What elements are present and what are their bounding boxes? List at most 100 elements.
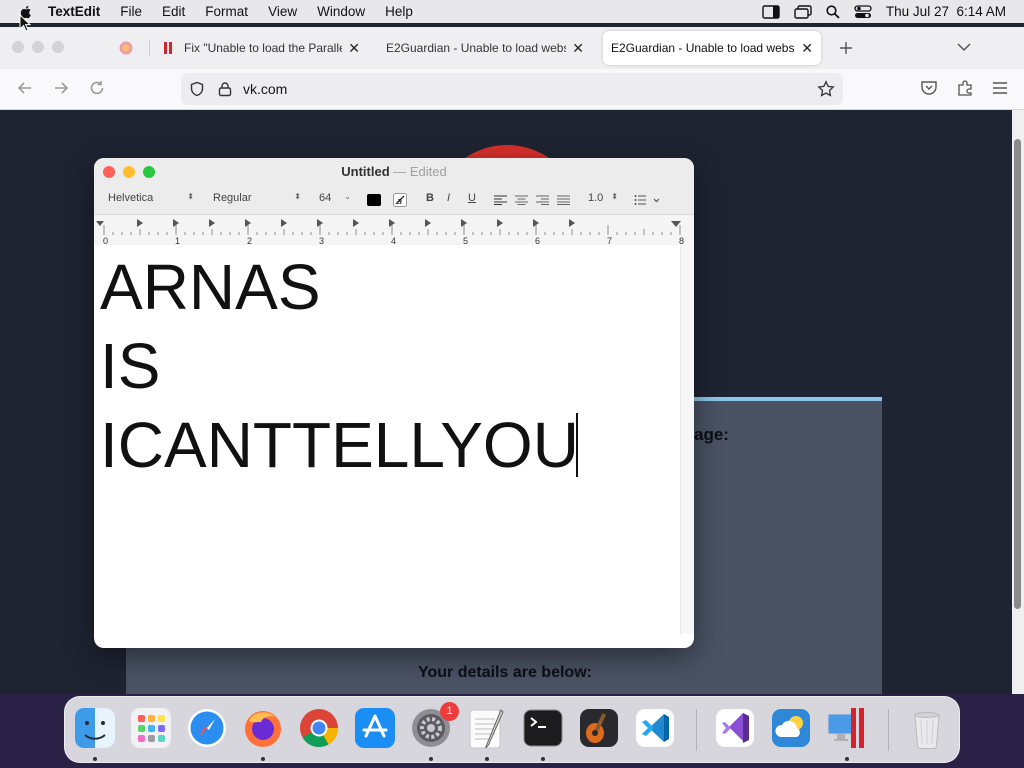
window-zoom-button[interactable]	[52, 41, 64, 53]
navigation-toolbar: vk.com	[0, 69, 1024, 110]
menu-format[interactable]: Format	[205, 4, 248, 19]
menu-bar: TextEdit File Edit Format View Window He…	[0, 0, 1024, 23]
hamburger-menu-icon[interactable]	[992, 79, 1008, 97]
pocket-icon[interactable]	[920, 79, 938, 97]
url-text[interactable]: vk.com	[243, 81, 287, 97]
spotlight-search-icon[interactable]	[826, 4, 840, 19]
windows-status-icon[interactable]	[794, 4, 812, 19]
chrome-icon[interactable]	[297, 706, 341, 750]
reload-icon[interactable]	[88, 79, 106, 97]
terminal-icon[interactable]	[521, 706, 565, 750]
extensions-puzzle-icon[interactable]	[956, 79, 974, 97]
site-info-lock-icon[interactable]	[217, 81, 233, 97]
parallels-desktop-icon[interactable]	[825, 706, 869, 750]
align-right-icon[interactable]	[536, 195, 549, 205]
textedit-icon[interactable]	[465, 706, 509, 750]
window-minimize-button[interactable]	[32, 41, 44, 53]
tab-close-icon[interactable]: ✕	[572, 40, 584, 57]
visual-studio-icon[interactable]	[713, 706, 757, 750]
tracking-protection-shield-icon[interactable]	[189, 81, 205, 97]
document-text-area[interactable]: ARNAS IS ICANTTELLYOU	[94, 245, 680, 634]
menu-view[interactable]: View	[268, 4, 297, 19]
menu-file[interactable]: File	[120, 4, 142, 19]
details-heading: Your details are below:	[418, 664, 592, 681]
title-separator: —	[389, 164, 410, 179]
tab-close-icon[interactable]: ✕	[801, 40, 813, 57]
text-color-swatch[interactable]	[367, 194, 381, 206]
textedit-titlebar[interactable]: Untitled — Edited	[94, 158, 694, 186]
trash-icon[interactable]	[905, 706, 949, 750]
menu-edit[interactable]: Edit	[162, 4, 185, 19]
document-line-3[interactable]: ICANTTELLYOU	[100, 413, 579, 477]
document-line-1[interactable]: ARNAS	[100, 255, 321, 319]
font-style-value: Regular	[213, 192, 252, 204]
tab-close-icon[interactable]: ✕	[348, 40, 360, 57]
tab-pinned-firefox-view[interactable]	[110, 31, 146, 65]
firefox-view-icon	[119, 41, 133, 55]
window-close-button[interactable]	[12, 41, 24, 53]
document-line-2[interactable]: IS	[100, 334, 160, 398]
tab-parallels-fix[interactable]: Fix "Unable to load the Parallels ✕	[154, 31, 368, 65]
right-margin-marker[interactable]	[671, 221, 681, 227]
svg-text:a: a	[397, 196, 402, 206]
line-spacing-popup[interactable]: 1.0 ⬍	[588, 192, 618, 204]
document-title: Untitled	[341, 164, 390, 179]
ruler-scale[interactable]: 012345678	[94, 215, 694, 246]
left-indent-marker[interactable]	[96, 221, 104, 226]
justify-icon[interactable]	[557, 195, 570, 205]
sidebar-status-icon[interactable]	[762, 4, 780, 19]
app-store-icon[interactable]	[353, 706, 397, 750]
tab-stop-marker[interactable]	[209, 219, 215, 227]
tab-stop-marker[interactable]	[497, 219, 503, 227]
control-center-icon[interactable]	[854, 4, 872, 19]
running-indicator	[93, 757, 97, 761]
bookmark-star-icon[interactable]	[817, 80, 835, 98]
launchpad-icon[interactable]	[129, 706, 173, 750]
popup-arrows-icon: ⬍	[294, 192, 301, 201]
tab-stop-marker[interactable]	[425, 219, 431, 227]
forward-arrow-icon[interactable]	[52, 79, 70, 97]
tab-stop-marker[interactable]	[137, 219, 143, 227]
popup-arrows-icon: ⬍	[187, 192, 194, 201]
ruler[interactable]: 012345678	[94, 214, 694, 247]
bullet-list-icon[interactable]	[634, 194, 660, 206]
textedit-window: Untitled — Edited Helvetica ⬍ Regular ⬍ 64…	[94, 158, 694, 648]
finder-icon[interactable]	[73, 706, 117, 750]
page-scrollbar-thumb[interactable]	[1014, 139, 1021, 609]
tab-e2guardian-active[interactable]: E2Guardian - Unable to load website ✕	[603, 31, 821, 65]
message-label: age:	[694, 425, 729, 444]
instruments-guitar-icon[interactable]	[577, 706, 621, 750]
document-scrollbar[interactable]	[680, 245, 694, 634]
weather-icon[interactable]	[769, 706, 813, 750]
highlight-color-swatch-icon[interactable]: a	[393, 193, 407, 207]
url-bar[interactable]: vk.com	[181, 73, 843, 105]
menu-window[interactable]: Window	[317, 4, 365, 19]
menu-app-name[interactable]: TextEdit	[48, 4, 100, 19]
back-arrow-icon[interactable]	[16, 79, 34, 97]
tab-stop-marker[interactable]	[281, 219, 287, 227]
vscode-icon[interactable]	[633, 706, 677, 750]
bold-button[interactable]: B	[426, 192, 434, 204]
menu-help[interactable]: Help	[385, 4, 413, 19]
tab-title: E2Guardian - Unable to load website	[386, 41, 567, 55]
tab-e2guardian-1[interactable]: E2Guardian - Unable to load website ✕	[378, 31, 592, 65]
running-indicator	[429, 757, 433, 761]
running-indicator	[485, 757, 489, 761]
font-size-combo[interactable]: 64 ⌄	[319, 192, 351, 204]
new-tab-plus-icon[interactable]	[839, 41, 853, 55]
tab-stop-marker[interactable]	[569, 219, 575, 227]
underline-button[interactable]: U	[468, 192, 476, 204]
menu-bar-clock[interactable]: Thu Jul 27 6:14 AM	[886, 4, 1006, 19]
align-center-icon[interactable]	[515, 195, 528, 205]
tab-title: Fix "Unable to load the Parallels	[184, 41, 343, 55]
tab-stop-marker[interactable]	[353, 219, 359, 227]
running-indicator	[541, 757, 545, 761]
tab-bar: Fix "Unable to load the Parallels ✕ E2Gu…	[0, 27, 1024, 69]
firefox-icon[interactable]	[241, 706, 285, 750]
font-family-popup[interactable]: Helvetica ⬍	[108, 192, 194, 204]
italic-button[interactable]: I	[447, 192, 450, 204]
tab-list-chevron-icon[interactable]	[957, 42, 971, 52]
safari-icon[interactable]	[185, 706, 229, 750]
align-left-icon[interactable]	[494, 195, 507, 205]
font-style-popup[interactable]: Regular ⬍	[213, 192, 301, 204]
